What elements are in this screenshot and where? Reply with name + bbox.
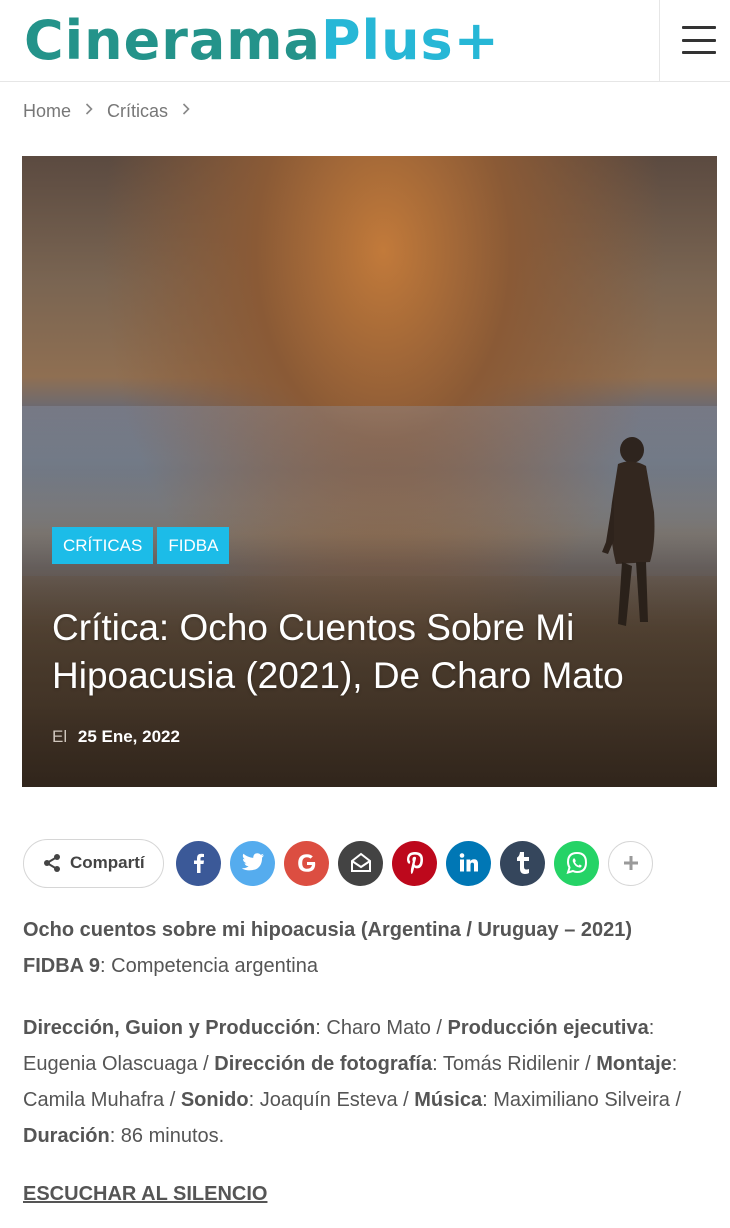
menu-line <box>682 38 716 42</box>
pinterest-share-button[interactable] <box>392 840 437 886</box>
chevron-right-icon <box>85 102 93 120</box>
plus-icon <box>623 856 638 870</box>
more-share-button[interactable] <box>608 840 653 886</box>
pinterest-icon <box>406 852 423 874</box>
share-label: Compartí <box>70 853 145 872</box>
article-intro: Ocho cuentos sobre mi hipoacusia (Argent… <box>23 912 713 984</box>
credit-value: : 86 minutos. <box>109 1125 225 1147</box>
category-tag-criticas[interactable]: CRÍTICAS <box>52 527 154 564</box>
linkedin-share-button[interactable] <box>446 840 491 886</box>
credit-value: : Maximiliano Silveira / <box>482 1089 682 1111</box>
menu-line <box>682 51 716 54</box>
google-share-button[interactable] <box>284 840 329 886</box>
credit-label: Montaje <box>596 1053 672 1075</box>
credit-label: Sonido <box>180 1089 249 1111</box>
tumblr-icon <box>516 852 529 874</box>
hamburger-menu-icon[interactable] <box>682 26 716 54</box>
whatsapp-icon <box>566 851 587 874</box>
article-date: 25 Ene, 2022 <box>77 727 180 746</box>
twitter-icon <box>241 853 264 871</box>
breadcrumb: Home Críticas <box>23 99 190 123</box>
credit-label: Duración <box>23 1125 110 1147</box>
share-bar: Compartí <box>23 838 653 888</box>
whatsapp-share-button[interactable] <box>554 840 599 886</box>
breadcrumb-criticas-link[interactable]: Críticas <box>107 101 168 122</box>
credit-value: : Joaquín Esteva / <box>248 1089 415 1111</box>
hero-category-tags: CRÍTICAS FIDBA <box>52 527 230 564</box>
festival-label: FIDBA 9 <box>23 955 101 977</box>
credit-label: Dirección de fotografía <box>214 1053 433 1075</box>
credit-label: Música <box>414 1089 483 1111</box>
credit-value: : Charo Mato / <box>315 1017 448 1039</box>
festival-section: : Competencia argentina <box>100 955 318 977</box>
meta-prefix: El <box>52 727 68 746</box>
breadcrumb-home-link[interactable]: Home <box>23 101 71 122</box>
site-header: Cinerama Plus+ <box>0 0 730 82</box>
facebook-share-button[interactable] <box>176 840 221 886</box>
credit-label: Producción ejecutiva <box>447 1017 649 1039</box>
credit-value: : Tomás Ridilenir / <box>432 1053 597 1075</box>
article-title: Crítica: Ocho Cuentos Sobre Mi Hipoacusi… <box>52 607 624 696</box>
email-share-button[interactable] <box>338 840 383 886</box>
google-icon <box>297 854 315 872</box>
logo-part-plus: Plus+ <box>320 9 500 72</box>
article-credits: Dirección, Guion y Producción: Charo Mat… <box>23 1010 713 1154</box>
hero-featured-image: CRÍTICAS FIDBA Crítica: Ocho Cuentos Sob… <box>22 156 717 787</box>
walking-person-silhouette <box>602 437 655 626</box>
linkedin-icon <box>459 853 478 872</box>
site-logo[interactable]: Cinerama Plus+ <box>24 6 500 76</box>
facebook-icon <box>193 853 204 873</box>
article-body: Ocho cuentos sobre mi hipoacusia (Argent… <box>23 912 713 1228</box>
article-meta: El 25 Ene, 2022 <box>52 727 180 747</box>
film-title-line: Ocho cuentos sobre mi hipoacusia (Argent… <box>23 919 633 941</box>
chevron-right-icon <box>182 102 190 120</box>
tumblr-share-button[interactable] <box>500 840 545 886</box>
credit-label: Dirección, Guion y Producción <box>23 1017 316 1039</box>
section-subheading: ESCUCHAR AL SILENCIO <box>23 1183 268 1205</box>
menu-line <box>682 26 716 29</box>
logo-part-cinerama: Cinerama <box>24 9 321 72</box>
category-tag-fidba[interactable]: FIDBA <box>157 527 230 564</box>
envelope-icon <box>350 852 371 872</box>
twitter-share-button[interactable] <box>230 840 275 886</box>
header-divider <box>659 0 660 82</box>
share-icon <box>44 854 60 872</box>
share-button[interactable]: Compartí <box>23 838 164 888</box>
